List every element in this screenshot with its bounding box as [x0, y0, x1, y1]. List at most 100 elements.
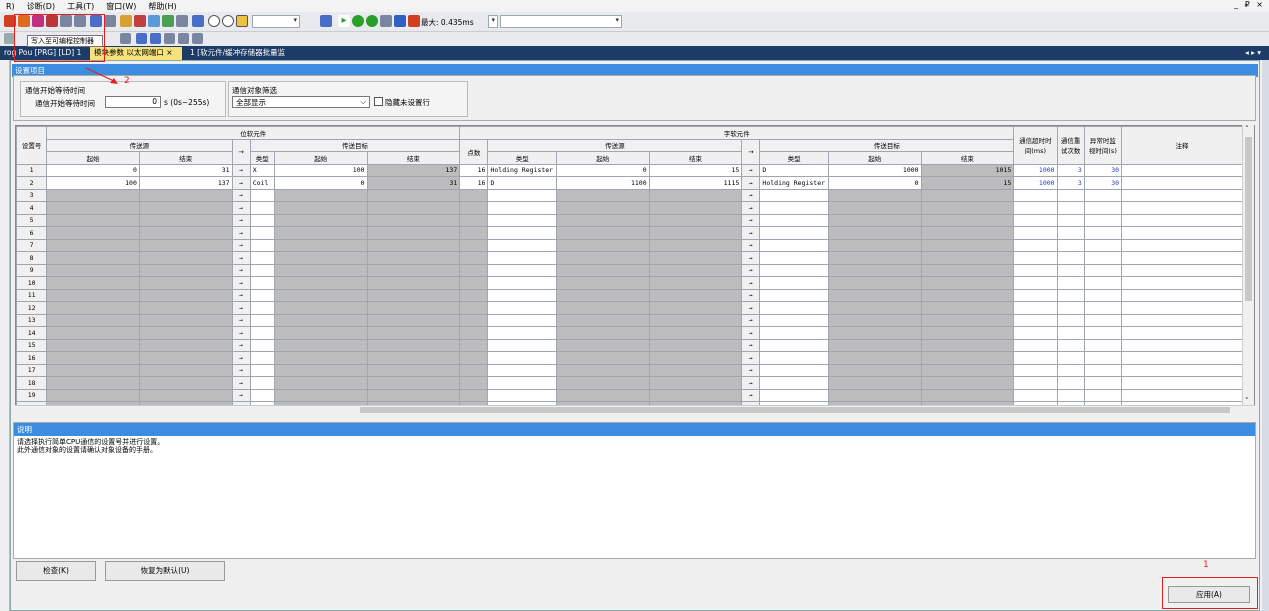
cell-cm[interactable]: [1121, 326, 1243, 340]
scroll-down-icon[interactable]: ˅: [1245, 397, 1249, 405]
cell-mt[interactable]: 30: [1083, 176, 1123, 190]
table-row-empty[interactable]: 11 → →: [16, 288, 1243, 302]
cell-bt[interactable]: [249, 301, 275, 315]
cell-mt[interactable]: [1083, 213, 1123, 227]
cell-rt[interactable]: [1056, 301, 1085, 315]
cell-bds[interactable]: 0: [273, 176, 368, 190]
cell-mt[interactable]: [1083, 263, 1123, 277]
cell-wdt[interactable]: [759, 363, 829, 377]
cell-cm[interactable]: [1121, 226, 1243, 240]
table-row-empty[interactable]: 12 → →: [16, 301, 1243, 315]
tool2-icon-6[interactable]: [178, 33, 189, 44]
cell-to[interactable]: [1013, 238, 1058, 252]
grid-vertical-scrollbar[interactable]: ˄ ˅: [1242, 125, 1254, 405]
tool-icon-20[interactable]: [380, 15, 392, 27]
table-row[interactable]: 1 0 31 → X 100 137 16 Holding Register 0 15 → D 1000 1…: [16, 163, 1243, 177]
cell-wdt[interactable]: [759, 188, 829, 202]
cell-rt[interactable]: [1056, 238, 1085, 252]
table-row-empty[interactable]: 5 → →: [16, 213, 1243, 227]
cell-cm[interactable]: [1121, 188, 1243, 202]
cell-bs[interactable]: 0: [46, 163, 140, 177]
cell-mt[interactable]: [1083, 226, 1123, 240]
table-row-empty[interactable]: 13 → →: [16, 313, 1243, 327]
cell-mt[interactable]: [1083, 388, 1123, 402]
cell-wdt[interactable]: [759, 276, 829, 290]
cell-wt[interactable]: [487, 276, 557, 290]
cell-rt[interactable]: [1056, 213, 1085, 227]
cell-bt[interactable]: [249, 338, 275, 352]
target-combo[interactable]: ▾: [500, 15, 622, 28]
cell-wt[interactable]: [487, 226, 557, 240]
cell-wt[interactable]: D: [487, 176, 557, 190]
cell-be[interactable]: 31: [138, 163, 233, 177]
cell-wt[interactable]: [487, 388, 557, 402]
cell-to[interactable]: [1013, 338, 1058, 352]
cell-cm[interactable]: [1121, 313, 1243, 327]
scan-time-icon[interactable]: [408, 15, 420, 27]
cell-bt[interactable]: [249, 363, 275, 377]
table-row-empty[interactable]: 15 → →: [16, 338, 1243, 352]
zoom-combo[interactable]: ▾: [252, 15, 300, 28]
cell-mt[interactable]: [1083, 238, 1123, 252]
cell-rt[interactable]: [1056, 288, 1085, 302]
tool-icon-14[interactable]: [192, 15, 204, 27]
cell-wde[interactable]: 15: [920, 176, 1015, 190]
cell-cm[interactable]: [1121, 351, 1243, 365]
cell-rt[interactable]: [1056, 226, 1085, 240]
cell-bt[interactable]: [249, 388, 275, 402]
cell-wds[interactable]: 1000: [827, 163, 922, 177]
close-icon[interactable]: ×: [166, 48, 172, 57]
menu-item-window[interactable]: 窗口(W): [100, 1, 142, 12]
tool2-icon-4[interactable]: [150, 33, 161, 44]
cell-wt[interactable]: [487, 376, 557, 390]
cell-wdt[interactable]: [759, 326, 829, 340]
cell-cm[interactable]: [1121, 338, 1243, 352]
cell-wdt[interactable]: [759, 313, 829, 327]
cell-rt[interactable]: [1056, 251, 1085, 265]
window-controls[interactable]: _ ₽ ×: [1234, 0, 1265, 9]
cell-mt[interactable]: [1083, 326, 1123, 340]
restore-default-button[interactable]: 恢复为默认(U): [105, 561, 225, 581]
cell-bt[interactable]: Coil: [249, 176, 275, 190]
run-icon[interactable]: ▸: [338, 15, 350, 27]
cell-mt[interactable]: [1083, 313, 1123, 327]
cell-bt[interactable]: [249, 238, 275, 252]
cell-rt[interactable]: [1056, 276, 1085, 290]
cell-bt[interactable]: [249, 326, 275, 340]
table-row-empty[interactable]: 16 → →: [16, 351, 1243, 365]
table-row[interactable]: 2 100 137 → Coil 0 31 16 D 1100 1115 → Holding Regis…: [16, 176, 1243, 190]
zoom-in-icon[interactable]: [208, 15, 220, 27]
cell-to[interactable]: [1013, 251, 1058, 265]
cell-mt[interactable]: [1083, 188, 1123, 202]
cell-mt[interactable]: [1083, 363, 1123, 377]
tab-nav-arrows[interactable]: ◂ ▸ ▾: [1241, 47, 1265, 60]
tool-icon-11[interactable]: [148, 15, 160, 27]
tool-icon-10[interactable]: [134, 15, 146, 27]
cell-bt[interactable]: [249, 376, 275, 390]
cell-wt[interactable]: [487, 251, 557, 265]
start-monitor-icon[interactable]: [352, 15, 364, 27]
cell-cm[interactable]: [1121, 163, 1243, 177]
tool-icon-12[interactable]: [162, 15, 174, 27]
monitor-icon[interactable]: [320, 15, 332, 27]
cell-cm[interactable]: [1121, 176, 1243, 190]
table-row-empty[interactable]: 9 → →: [16, 263, 1243, 277]
cell-bt[interactable]: [249, 201, 275, 215]
cell-rt[interactable]: [1056, 351, 1085, 365]
tool-icon-21[interactable]: [394, 15, 406, 27]
cell-to[interactable]: [1013, 276, 1058, 290]
table-row-empty[interactable]: 19 → →: [16, 388, 1243, 402]
hscroll-thumb[interactable]: [360, 407, 1230, 413]
cell-to[interactable]: [1013, 213, 1058, 227]
cell-rt[interactable]: [1056, 188, 1085, 202]
cell-rt[interactable]: [1056, 313, 1085, 327]
cell-to[interactable]: [1013, 288, 1058, 302]
cell-wdt[interactable]: [759, 226, 829, 240]
cell-wt[interactable]: [487, 263, 557, 277]
tab-device-monitor[interactable]: 1 [软元件/缓冲存储器批量监视]...: [186, 47, 306, 69]
scan-combo-arrow[interactable]: ▾: [488, 15, 498, 28]
cell-wdt[interactable]: [759, 238, 829, 252]
cell-to[interactable]: [1013, 376, 1058, 390]
cell-to[interactable]: 1000: [1013, 176, 1058, 190]
cell-bt[interactable]: X: [249, 163, 275, 177]
